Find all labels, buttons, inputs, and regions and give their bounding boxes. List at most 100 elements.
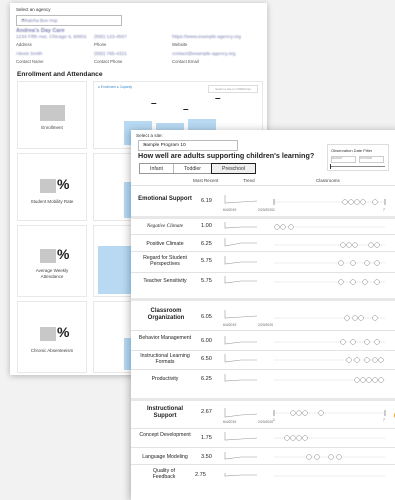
trend-sparkline — [224, 452, 257, 460]
observation-filter-title: Observation Date Filter — [331, 148, 373, 153]
agency-name: Andrea's Day Care — [16, 28, 65, 34]
date-slider-handle[interactable] — [330, 164, 331, 169]
enrollment-section-title: Enrollment and Attendance — [17, 71, 103, 78]
dimension-label: Productivity — [151, 376, 179, 382]
agency-address-value: 1234 Fifth Ave, Chicago IL 60601 — [16, 35, 87, 40]
dimension-label: Quality of Feedback — [152, 468, 176, 480]
tab-toddler[interactable]: Toddler — [174, 164, 212, 173]
column-header-trend: Trend — [243, 178, 255, 183]
domain-divider — [131, 398, 395, 401]
row-divider — [131, 350, 395, 351]
trend-sparkline — [224, 408, 258, 418]
row-divider — [131, 330, 395, 331]
domain-label: Emotional Support — [138, 196, 192, 202]
row-divider — [131, 447, 395, 448]
site-filter-pill[interactable]: Select a site to CORE/impt — [208, 85, 258, 93]
chevron-down-icon: ⌄ — [21, 16, 26, 22]
axis-min: 1 — [273, 418, 275, 422]
trend-end-date: 2/20/2020 — [258, 420, 274, 424]
enrollment-card: Enrollment — [17, 81, 87, 149]
axis-max: 7 — [383, 208, 385, 212]
tab-preschool[interactable]: Preschool — [211, 163, 257, 174]
dimension-score: 5.75 — [201, 258, 212, 264]
chart-legend: ● Enrollment ● Capacity — [98, 85, 133, 89]
website-label: Website — [172, 42, 188, 47]
domain-divider — [131, 216, 395, 219]
trend-start-date: 6/4/2019 — [223, 420, 237, 424]
percent-sign: % — [57, 246, 70, 262]
agency-select[interactable]: Whatcha Boo Hop ⌄ — [16, 15, 122, 26]
header-divider — [131, 185, 395, 186]
contact-phone-value: (555) 765-4321 — [94, 52, 127, 57]
metric-label: Student Mobility Rate — [30, 199, 74, 204]
percent-sign: % — [57, 176, 70, 192]
attendance-placeholder — [40, 249, 56, 263]
trend-sparkline — [224, 222, 257, 229]
column-header-most-recent: Most Recent — [193, 178, 219, 183]
website-value[interactable]: https://www.example-agency.org — [172, 35, 241, 40]
address-label: Address — [16, 42, 32, 47]
trend-sparkline — [224, 354, 257, 363]
metric-label: Chronic Absenteeism — [30, 348, 74, 353]
dimension-score: 5.75 — [201, 278, 212, 284]
age-group-tabs: Infant Toddler Preschool — [139, 163, 257, 174]
dimension-score: 1.75 — [201, 435, 212, 441]
trend-end-date: 2/20/2020 — [258, 208, 274, 212]
trend-sparkline — [224, 432, 258, 441]
enrollment-dash: – — [151, 98, 157, 109]
domain-score: 6.05 — [201, 314, 212, 320]
contact-email-value[interactable]: contact@example-agency.org — [172, 52, 235, 57]
trend-start-date: 6/4/2019 — [223, 208, 237, 212]
dimension-score: 6.25 — [201, 241, 212, 247]
contact-phone-label: Contact Phone — [94, 59, 123, 64]
metric-label: Enrollment — [41, 125, 63, 130]
enrollment-placeholder — [40, 105, 65, 121]
start-date-input[interactable]: 9/1/2017 — [331, 156, 356, 163]
class-scores-window: Select a site: Sample Program 10 ⌄ How w… — [131, 130, 395, 500]
dimension-label: Teacher Sensitivity — [143, 278, 187, 284]
trend-sparkline — [224, 256, 257, 265]
observation-date-filter: Observation Date Filter 9/1/2017 3/17/20… — [327, 144, 389, 171]
domain-score: 2.67 — [201, 409, 212, 415]
trend-sparkline — [224, 336, 257, 345]
trend-sparkline — [224, 473, 257, 477]
column-header-classrooms: Classrooms — [316, 178, 340, 183]
mobility-card: % Student Mobility Rate — [17, 153, 87, 221]
row-divider — [131, 234, 395, 235]
dimension-score: 2.75 — [195, 472, 206, 478]
agency-select-label: Select an agency — [16, 7, 51, 12]
row-divider — [131, 428, 395, 429]
axis-max: 7 — [383, 418, 385, 422]
enrollment-dash: – — [183, 104, 189, 115]
dimension-score: 6.00 — [201, 338, 212, 344]
phone-value: (555) 123-4567 — [94, 35, 127, 40]
dimension-score: 6.25 — [201, 376, 212, 382]
row-divider — [131, 251, 395, 252]
phone-label: Phone — [94, 42, 107, 47]
trend-sparkline — [224, 195, 258, 204]
trend-sparkline — [224, 310, 258, 319]
contact-name-value: Alexis Smith — [16, 52, 43, 57]
trend-start-date: 6/4/2019 — [223, 323, 237, 327]
tab-infant[interactable]: Infant — [140, 164, 174, 173]
date-slider-track[interactable] — [331, 166, 385, 167]
site-select-label: Select a site: — [136, 133, 163, 138]
dimension-label: Behavior Management — [138, 335, 192, 341]
site-select[interactable]: Sample Program 10 ⌄ — [138, 140, 238, 151]
dimension-score: 6.50 — [201, 356, 212, 362]
absenteeism-card: % Chronic Absenteeism — [17, 301, 87, 373]
percent-sign: % — [57, 324, 70, 340]
trend-sparkline — [224, 374, 257, 382]
metric-label: Average Weekly Attendance — [35, 268, 69, 279]
domain-divider — [131, 298, 395, 301]
dimension-score: 3.50 — [201, 454, 212, 460]
domain-score: 6.19 — [201, 198, 212, 204]
domain-label: Classroom Organization — [147, 308, 185, 321]
end-date-input[interactable]: 3/17/2020 — [359, 156, 384, 163]
dimension-label: Positive Climate — [146, 241, 184, 247]
trend-sparkline — [224, 276, 257, 284]
mobility-placeholder — [40, 179, 56, 193]
row-divider — [131, 272, 395, 273]
row-divider — [131, 369, 395, 370]
enrollment-dash: – — [215, 93, 221, 104]
